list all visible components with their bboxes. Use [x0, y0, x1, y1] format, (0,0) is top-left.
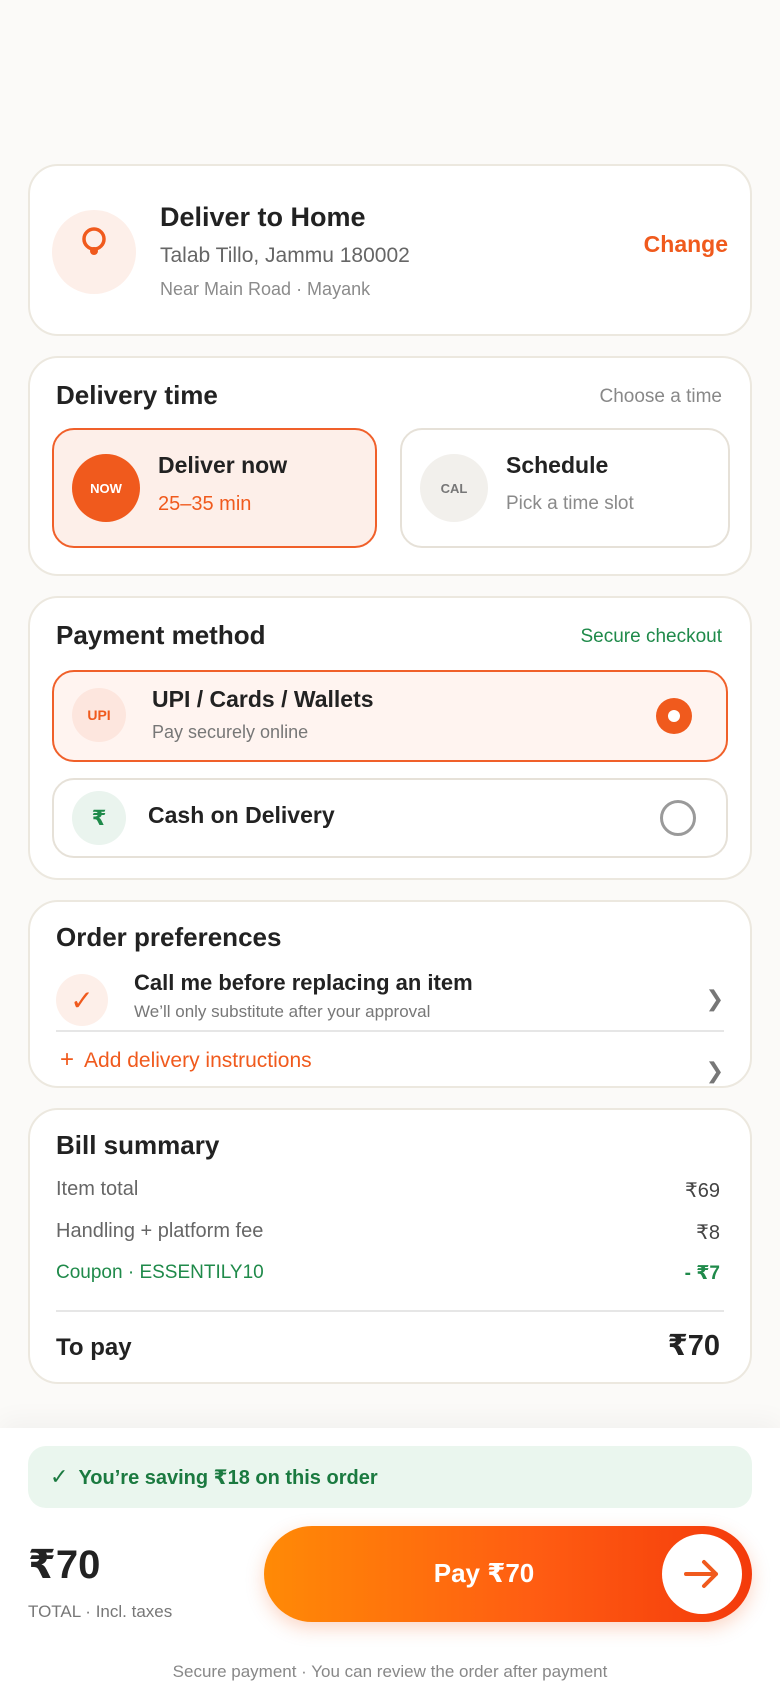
to-pay-label: To pay — [56, 1334, 132, 1361]
upi-label: UPI / Cards / Wallets — [152, 686, 374, 712]
rupee-icon: ₹ — [72, 791, 126, 845]
chevron-right-icon[interactable]: ❯ — [706, 986, 724, 1012]
savings-banner: ✓ You’re saving ₹18 on this order — [28, 1446, 752, 1508]
bill-row-label: Handling + platform fee — [56, 1220, 264, 1242]
bill-summary-card: Bill summary Item total ₹69 Handling + p… — [28, 1108, 752, 1384]
calendar-badge-icon: CAL — [420, 454, 488, 522]
payment-method-card: Payment method Secure checkout UPI UPI /… — [28, 596, 752, 880]
delivery-time-hint: Choose a time — [599, 386, 722, 407]
upi-icon: UPI — [72, 688, 126, 742]
divider — [56, 1310, 724, 1312]
bill-row-fee: Handling + platform fee ₹8 — [56, 1220, 720, 1245]
address-landmark: Near Main Road · Mayank — [160, 279, 371, 299]
address-title: Deliver to Home — [160, 202, 366, 232]
upi-radio[interactable] — [656, 698, 692, 734]
secure-payment-note: Secure payment · You can review the orde… — [172, 1662, 608, 1681]
now-badge-icon: NOW — [72, 454, 140, 522]
delivery-time-title: Delivery time — [56, 380, 218, 410]
bill-row-label: Coupon · ESSENTILY10 — [56, 1262, 264, 1283]
chevron-right-icon[interactable]: ❯ — [706, 1058, 724, 1084]
call-before-replacing-sub: We’ll only substitute after your approva… — [134, 1002, 431, 1021]
deliver-now-eta: 25–35 min — [158, 493, 252, 515]
cod-label: Cash on Delivery — [148, 802, 335, 828]
add-delivery-instructions-button[interactable]: + Add delivery instructions — [60, 1046, 312, 1074]
pay-button-label: Pay ₹70 — [433, 1558, 535, 1588]
bill-row-label: Item total — [56, 1178, 139, 1200]
total-amount: ₹70 — [28, 1543, 101, 1587]
schedule-option[interactable]: CAL Schedule Pick a time slot — [400, 428, 730, 548]
bill-row-coupon: Coupon · ESSENTILY10 - ₹7 — [56, 1262, 720, 1285]
to-pay-row: To pay ₹70 — [56, 1328, 720, 1363]
savings-text: You’re saving ₹18 on this order — [78, 1466, 378, 1489]
to-pay-amount: ₹70 — [667, 1330, 720, 1362]
deliver-now-label: Deliver now — [158, 452, 288, 478]
bill-row-amount: ₹69 — [685, 1180, 720, 1202]
call-before-replacing-label[interactable]: Call me before replacing an item — [134, 970, 473, 996]
bill-row-amount: - ₹7 — [684, 1263, 720, 1284]
delivery-time-card: Delivery time Choose a time NOW Deliver … — [28, 356, 752, 576]
deliver-now-option[interactable]: NOW Deliver now 25–35 min — [52, 428, 377, 548]
schedule-label: Schedule — [506, 452, 609, 478]
checkmark-icon: ✓ — [50, 1464, 69, 1489]
order-preferences-card: Order preferences ✓ Call me before repla… — [28, 900, 752, 1088]
checkout-footer: ✓ You’re saving ₹18 on this order ₹70 TO… — [0, 1428, 780, 1688]
schedule-sub: Pick a time slot — [506, 493, 634, 514]
bill-row-amount: ₹8 — [696, 1222, 720, 1244]
divider — [56, 1030, 724, 1032]
checkmark-icon[interactable]: ✓ — [56, 974, 108, 1026]
bill-row-item-total: Item total ₹69 — [56, 1178, 720, 1203]
upi-sub: Pay securely online — [152, 722, 309, 742]
arrow-right-icon[interactable] — [662, 1534, 742, 1614]
plus-icon: + — [60, 1046, 75, 1073]
address-line: Talab Tillo, Jammu 180002 — [160, 244, 410, 267]
location-pin-icon — [52, 210, 136, 294]
order-preferences-title: Order preferences — [56, 922, 282, 952]
cod-radio[interactable] — [660, 800, 696, 836]
change-address-button[interactable]: Change — [644, 231, 728, 258]
total-label: TOTAL · Incl. taxes — [28, 1602, 173, 1621]
secure-checkout-label: Secure checkout — [580, 626, 722, 647]
pay-button[interactable]: Pay ₹70 — [264, 1526, 752, 1622]
payment-option-upi[interactable]: UPI UPI / Cards / Wallets Pay securely o… — [52, 670, 728, 762]
bill-summary-title: Bill summary — [56, 1130, 220, 1160]
delivery-address-card: Deliver to Home Talab Tillo, Jammu 18000… — [28, 164, 752, 336]
payment-option-cod[interactable]: ₹ Cash on Delivery — [52, 778, 728, 858]
payment-method-title: Payment method — [56, 620, 266, 650]
add-delivery-instructions-label: Add delivery instructions — [84, 1049, 312, 1072]
